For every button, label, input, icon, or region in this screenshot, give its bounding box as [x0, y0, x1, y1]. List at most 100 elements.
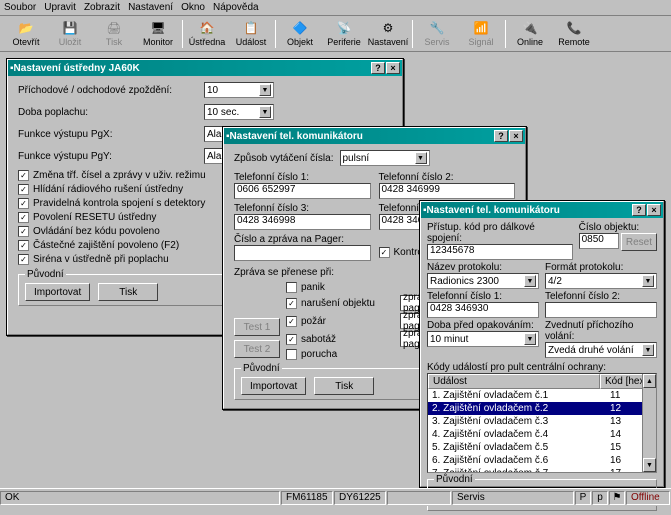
- event-table[interactable]: Událost Kód [hex] 1. Zajištění ovladačem…: [427, 373, 657, 473]
- toolbar-otevřít[interactable]: 📂Otevřít: [4, 18, 48, 50]
- titlebar[interactable]: ▪ Nastavení tel. komunikátoru ? ×: [224, 128, 525, 144]
- nastavení-icon: ⚙: [380, 20, 396, 36]
- test1-button[interactable]: Test 1: [234, 318, 280, 336]
- import-button[interactable]: Importovat: [241, 377, 306, 395]
- tel3-input[interactable]: 0428 346998: [234, 214, 371, 230]
- help-button[interactable]: ?: [632, 204, 646, 216]
- nazev-select[interactable]: Radionics 2300▼: [427, 273, 539, 289]
- menu-zobrazit[interactable]: Zobrazit: [84, 2, 120, 13]
- doba-select[interactable]: 10 minut▼: [427, 331, 539, 347]
- close-button[interactable]: ×: [509, 130, 523, 142]
- toolbar-servis[interactable]: 🔧Servis: [415, 18, 459, 50]
- toolbar-monitor[interactable]: 🖥Monitor: [136, 18, 180, 50]
- table-row[interactable]: 4. Zajištění ovladačem č.414: [428, 428, 656, 441]
- table-row[interactable]: 6. Zajištění ovladačem č.616: [428, 454, 656, 467]
- status-empty: [387, 491, 451, 505]
- status-offline: Offline: [626, 491, 670, 505]
- w1-check-l-6[interactable]: ✓Siréna v ústředně při poplachu: [18, 254, 224, 265]
- close-button[interactable]: ×: [647, 204, 661, 216]
- msg-check-1[interactable]: ✓ narušení objektu: [286, 298, 396, 309]
- w1-check-l-3[interactable]: ✓Povolení RESETU ústředny: [18, 212, 224, 223]
- zvednuti-select[interactable]: Zvedá druhé volání▼: [545, 342, 657, 358]
- pager-label: Číslo a zpráva na Pager:: [234, 234, 371, 245]
- menu-nápověda[interactable]: Nápověda: [213, 2, 259, 13]
- toolbar-ústředna[interactable]: 🏠Ústředna: [185, 18, 229, 50]
- toolbar-label: Objekt: [287, 37, 313, 47]
- toolbar-tisk[interactable]: 🖨Tisk: [92, 18, 136, 50]
- print-button[interactable]: Tisk: [314, 377, 374, 395]
- tel1-input[interactable]: 0606 652997: [234, 183, 371, 199]
- cisloobj-input[interactable]: 0850: [579, 233, 619, 249]
- table-row[interactable]: 2. Zajištění ovladačem č.212: [428, 402, 656, 415]
- msg-check-2[interactable]: ✓požár: [286, 316, 396, 327]
- tel2-input[interactable]: 0428 346999: [379, 183, 516, 199]
- select-value: 10 minut: [430, 334, 468, 345]
- table-row[interactable]: 3. Zajištění ovladačem č.313: [428, 415, 656, 428]
- chevron-down-icon: ▼: [642, 344, 654, 356]
- w1-check-l-0[interactable]: ✓Změna třf. čísel a zprávy v uživ. režim…: [18, 170, 224, 181]
- import-button[interactable]: Importovat: [25, 283, 90, 301]
- toolbar-nastavení[interactable]: ⚙Nastavení: [366, 18, 410, 50]
- kody-label: Kódy událostí pro pult centrální ochrany…: [427, 362, 657, 373]
- checkbox-box: ✓: [286, 298, 297, 309]
- toolbar-uložit[interactable]: 💾Uložit: [48, 18, 92, 50]
- tel1-input[interactable]: 0428 346930: [427, 302, 539, 318]
- toolbar-label: Remote: [558, 37, 590, 47]
- w1-label-3: Funkce výstupu PgY:: [18, 151, 198, 162]
- test2-button[interactable]: Test 2: [234, 340, 280, 358]
- msg-check-3[interactable]: ✓sabotáž: [286, 334, 396, 345]
- status-ok: OK: [0, 491, 280, 505]
- toolbar-periferie[interactable]: 📡Periferie: [322, 18, 366, 50]
- w1-check-l-2[interactable]: ✓Pravidelná kontrola spojení s detektory: [18, 198, 224, 209]
- pager-input[interactable]: [234, 245, 371, 261]
- toolbar-online[interactable]: 🔌Online: [508, 18, 552, 50]
- col-udalost[interactable]: Událost: [428, 374, 600, 389]
- msg-check-0[interactable]: panik: [286, 282, 396, 293]
- scrollbar[interactable]: ▲ ▼: [642, 374, 656, 472]
- table-row[interactable]: 1. Zajištění ovladačem č.111: [428, 389, 656, 402]
- menu-upravit[interactable]: Upravit: [44, 2, 76, 13]
- událost-icon: 📋: [243, 20, 259, 36]
- titlebar[interactable]: ▪ Nastavení ústředny JA60K ? ×: [8, 60, 402, 76]
- titlebar[interactable]: ▪ Nastavení tel. komunikátoru ? ×: [421, 202, 663, 218]
- cell-udalost: 2. Zajištění ovladačem č.2: [428, 402, 606, 415]
- checkbox-label: narušení objektu: [301, 298, 375, 309]
- tel2-label: Telefonní číslo 2:: [379, 172, 516, 183]
- menu-okno[interactable]: Okno: [181, 2, 205, 13]
- toolbar-objekt[interactable]: 🔷Objekt: [278, 18, 322, 50]
- otevřít-icon: 📂: [18, 20, 34, 36]
- format-select[interactable]: 4/2▼: [545, 273, 657, 289]
- cell-udalost: 6. Zajištění ovladačem č.6: [428, 454, 606, 467]
- toolbar-label: Otevřít: [12, 37, 39, 47]
- w1-select-0[interactable]: 10▼: [204, 82, 274, 98]
- menu-soubor[interactable]: Soubor: [4, 2, 36, 13]
- menu-nastavení[interactable]: Nastavení: [128, 2, 173, 13]
- w1-check-l-5[interactable]: ✓Částečné zajištění povoleno (F2): [18, 240, 224, 251]
- print-button[interactable]: Tisk: [98, 283, 158, 301]
- signál-icon: 📶: [473, 20, 489, 36]
- w1-check-l-1[interactable]: ✓Hlídání rádiového rušení ústředny: [18, 184, 224, 195]
- help-button[interactable]: ?: [494, 130, 508, 142]
- scroll-up-icon[interactable]: ▲: [643, 374, 656, 388]
- pristup-input[interactable]: 12345678: [427, 244, 573, 260]
- toolbar-remote[interactable]: 📞Remote: [552, 18, 596, 50]
- table-row[interactable]: 5. Zajištění ovladačem č.515: [428, 441, 656, 454]
- objekt-icon: 🔷: [292, 20, 308, 36]
- table-row[interactable]: 7. Zajištění ovladačem č.717: [428, 467, 656, 473]
- reset-button[interactable]: Reset: [621, 233, 657, 251]
- w1-check-l-4[interactable]: ✓Ovládání bez kódu povoleno: [18, 226, 224, 237]
- toolbar-separator: [182, 20, 183, 48]
- help-button[interactable]: ?: [371, 62, 385, 74]
- dial-mode-select[interactable]: pulsní ▼: [340, 150, 430, 166]
- msg-check-4[interactable]: porucha: [286, 349, 396, 360]
- checkbox-box: ✓: [18, 198, 29, 209]
- w1-select-1[interactable]: 10 sec.▼: [204, 104, 274, 120]
- select-value: 10 sec.: [207, 107, 239, 118]
- toolbar-událost[interactable]: 📋Událost: [229, 18, 273, 50]
- toolbar-label: Uložit: [59, 37, 82, 47]
- close-button[interactable]: ×: [386, 62, 400, 74]
- tel2-input[interactable]: [545, 302, 657, 318]
- toolbar-signál[interactable]: 📶Signál: [459, 18, 503, 50]
- scroll-down-icon[interactable]: ▼: [643, 458, 656, 472]
- cell-udalost: 5. Zajištění ovladačem č.5: [428, 441, 606, 454]
